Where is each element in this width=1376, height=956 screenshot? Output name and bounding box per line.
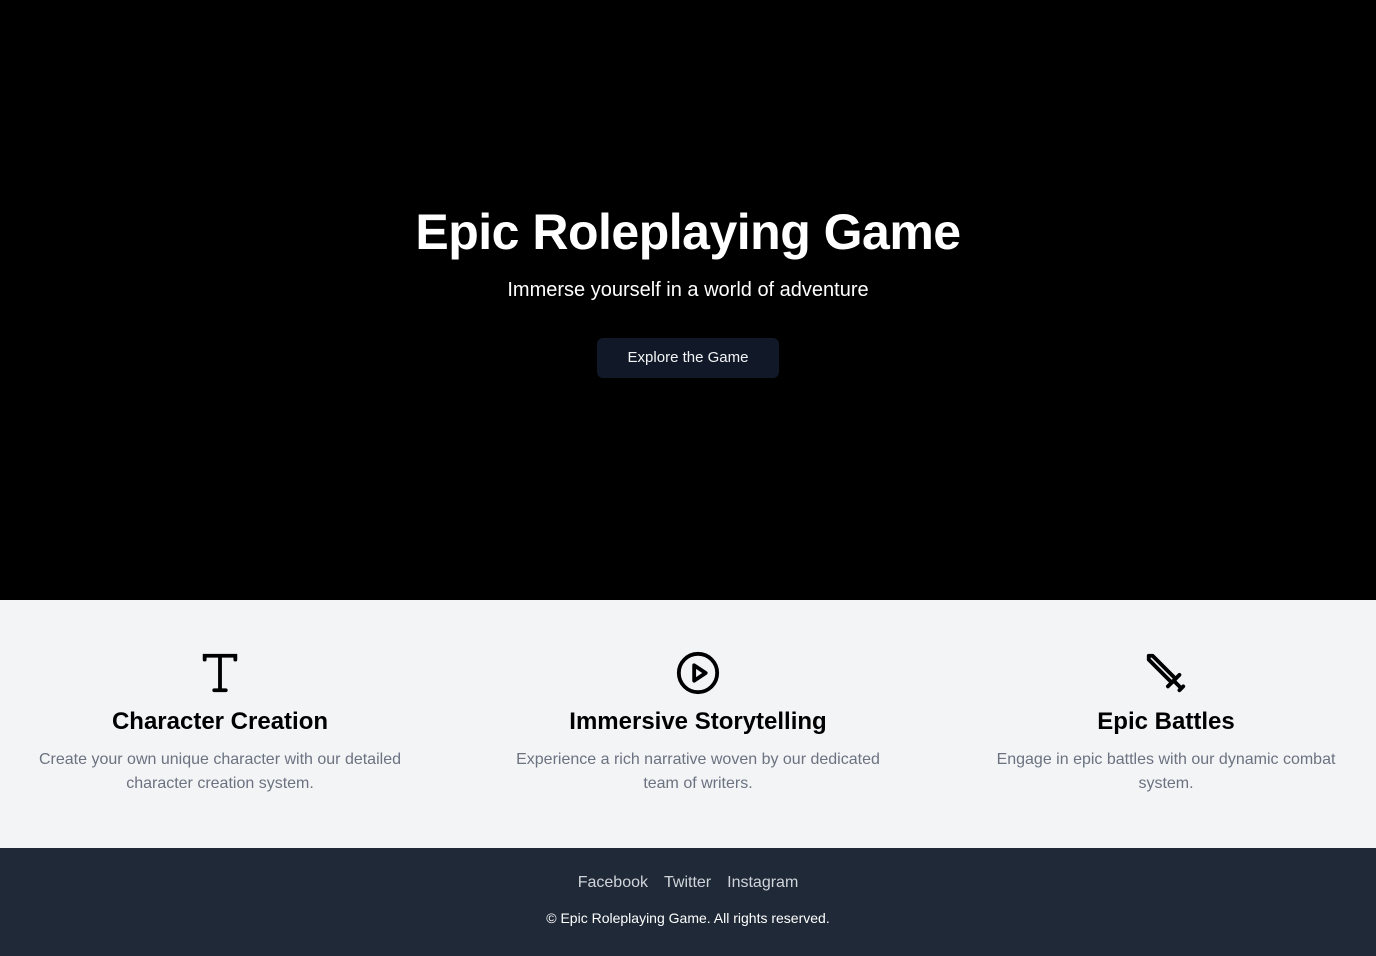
instagram-link[interactable]: Instagram <box>727 874 798 892</box>
copyright: © Epic Roleplaying Game. All rights rese… <box>546 910 830 926</box>
sword-icon <box>1146 653 1186 693</box>
social-links: Facebook Twitter Instagram <box>578 874 799 892</box>
hero-section: Epic Roleplaying Game Immerse yourself i… <box>0 0 1376 600</box>
features-section: Character Creation Create your own uniqu… <box>0 600 1376 848</box>
feature-character-creation: Character Creation Create your own uniqu… <box>20 600 420 848</box>
feature-title: Epic Battles <box>1097 708 1235 735</box>
footer: Facebook Twitter Instagram © Epic Rolepl… <box>0 848 1376 956</box>
feature-title: Character Creation <box>111 708 329 735</box>
explore-button[interactable]: Explore the Game <box>597 337 779 378</box>
feature-epic-battles: Epic Battles Engage in epic battles with… <box>976 600 1356 848</box>
facebook-link[interactable]: Facebook <box>578 874 648 892</box>
feature-title: Immersive Storytelling <box>569 708 827 735</box>
hero-title: Epic Roleplaying Game <box>415 203 961 260</box>
play-circle-icon <box>676 651 720 695</box>
hero-subtitle: Immerse yourself in a world of adventure <box>507 278 869 301</box>
feature-description: Experience a rich narrative woven by our… <box>516 751 880 792</box>
feature-description: Create your own unique character with ou… <box>39 751 401 792</box>
feature-immersive-storytelling: Immersive Storytelling Experience a rich… <box>498 600 898 848</box>
type-icon <box>202 653 238 693</box>
feature-description: Engage in epic battles with our dynamic … <box>996 751 1336 792</box>
twitter-link[interactable]: Twitter <box>664 874 711 892</box>
